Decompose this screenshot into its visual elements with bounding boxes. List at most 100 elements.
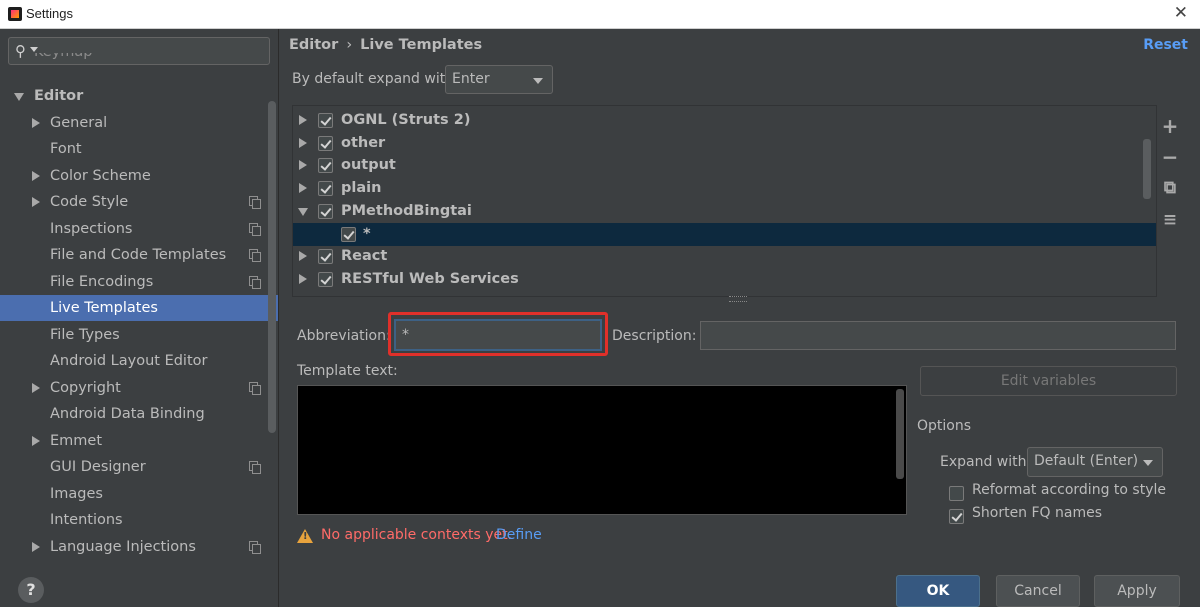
template-group[interactable]: output [293, 154, 1156, 177]
sidebar-item-language-injections[interactable]: Language Injections [0, 534, 278, 560]
sidebar-item-android-layout-editor[interactable]: Android Layout Editor [0, 348, 278, 374]
template-group[interactable]: other [293, 132, 1156, 155]
remove-icon[interactable]: − [1159, 146, 1181, 168]
splitter-handle[interactable] [729, 296, 747, 302]
template-name: output [341, 157, 396, 174]
sidebar-item-keymap[interactable]: Keymap [0, 53, 278, 67]
project-scope-icon [249, 222, 261, 236]
sidebar-item-intentions[interactable]: Intentions [0, 507, 278, 533]
breadcrumb-separator: › [346, 37, 353, 53]
sidebar-item-code-style[interactable]: Code Style [0, 189, 278, 215]
default-expand-select[interactable]: Enter [445, 65, 553, 94]
template-checkbox[interactable] [318, 271, 333, 287]
abbreviation-input[interactable]: * [394, 319, 602, 351]
chevron-right-icon[interactable] [32, 541, 40, 552]
expand-with-select[interactable]: Default (Enter) [1027, 447, 1163, 477]
options-title: Options [917, 418, 972, 434]
chevron-down-icon[interactable] [298, 207, 308, 216]
breadcrumb-parent[interactable]: Editor [289, 37, 338, 53]
chevron-right-icon[interactable] [299, 251, 307, 262]
window-titlebar: Settings ✕ [0, 0, 1200, 29]
chevron-down-icon[interactable] [14, 93, 24, 101]
sidebar-item-copyright[interactable]: Copyright [0, 375, 278, 401]
sidebar-item-live-templates[interactable]: Live Templates [0, 295, 278, 321]
default-expand-value: Enter [452, 71, 490, 87]
reformat-checkbox[interactable] [949, 486, 964, 501]
description-input[interactable] [700, 321, 1176, 350]
template-checkbox[interactable] [318, 158, 333, 174]
templates-scrollbar[interactable] [1143, 139, 1151, 199]
editor-scrollbar[interactable] [896, 389, 904, 479]
help-button[interactable]: ? [18, 577, 44, 603]
chevron-right-icon[interactable] [32, 170, 40, 181]
description-label: Description: [612, 328, 697, 344]
template-group[interactable]: RESTful Web Services [293, 268, 1156, 291]
template-group[interactable]: React [293, 245, 1156, 268]
close-icon[interactable]: ✕ [1174, 3, 1188, 23]
template-name: RESTful Web Services [341, 270, 519, 287]
template-group[interactable]: OGNL (Struts 2) [293, 109, 1156, 132]
reset-link[interactable]: Reset [1143, 37, 1188, 53]
sidebar-item-label: Intentions [50, 512, 123, 528]
sidebar-item-label: File Types [50, 326, 120, 343]
main-panel: Editor › Live Templates Reset By default e… [279, 29, 1200, 607]
shorten-fq-checkbox[interactable] [949, 509, 964, 524]
chevron-down-icon [1143, 460, 1153, 466]
sidebar-item-editor[interactable]: Editor [0, 83, 278, 109]
chevron-right-icon[interactable] [32, 382, 40, 393]
template-checkbox[interactable] [318, 135, 333, 151]
template-item[interactable]: * [293, 222, 1156, 246]
sidebar-item-label: Images [50, 485, 103, 502]
chevron-right-icon[interactable] [32, 435, 40, 446]
template-text-editor[interactable] [297, 385, 907, 515]
sidebar-item-file-types[interactable]: File Types [0, 322, 278, 348]
define-link[interactable]: Define [496, 527, 542, 543]
sidebar-item-file-and-code-templates[interactable]: File and Code Templates [0, 242, 278, 268]
sidebar-item-android-data-binding[interactable]: Android Data Binding [0, 401, 278, 427]
template-checkbox[interactable] [318, 249, 333, 265]
shorten-fq-label: Shorten FQ names [972, 505, 1103, 521]
breadcrumb-current: Live Templates [360, 37, 483, 53]
chevron-right-icon[interactable] [299, 137, 307, 148]
template-group[interactable]: plain [293, 177, 1156, 200]
abbreviation-label: Abbreviation: [297, 328, 391, 344]
sidebar-item-label: Copyright [50, 379, 121, 396]
copy-icon[interactable]: ⧉ [1159, 177, 1181, 199]
cancel-button[interactable]: Cancel [996, 575, 1080, 607]
chevron-right-icon[interactable] [299, 160, 307, 171]
template-group[interactable]: PMethodBingtai [293, 200, 1156, 223]
chevron-right-icon[interactable] [32, 117, 40, 128]
add-icon[interactable]: + [1159, 115, 1181, 137]
chevron-down-icon [533, 78, 543, 84]
chevron-right-icon[interactable] [32, 197, 40, 207]
sidebar-scrollbar[interactable] [268, 101, 276, 433]
sidebar-item-general[interactable]: General [0, 110, 278, 136]
ok-button[interactable]: OK [896, 575, 980, 607]
sidebar-item-file-encodings[interactable]: File Encodings [0, 269, 278, 295]
sidebar-item-label: File Encodings [50, 273, 154, 290]
apply-button[interactable]: Apply [1094, 575, 1180, 607]
sidebar-item-label: GUI Designer [50, 459, 146, 475]
sidebar-item-inspections[interactable]: Inspections [0, 216, 278, 242]
template-checkbox[interactable] [341, 226, 356, 242]
sidebar-item-label: Color Scheme [50, 167, 151, 184]
chevron-right-icon[interactable] [299, 183, 307, 194]
sidebar-item-images[interactable]: Images [0, 481, 278, 507]
chevron-right-icon[interactable] [299, 115, 307, 125]
sidebar-item-emmet[interactable]: Emmet [0, 428, 278, 454]
options-panel: Options Expand with Default (Enter) Refo… [917, 418, 1187, 554]
breadcrumb: Editor › Live Templates [289, 37, 482, 53]
project-scope-icon [249, 540, 261, 554]
sidebar-item-color-scheme[interactable]: Color Scheme [0, 163, 278, 189]
edit-icon[interactable]: ≡ [1159, 209, 1181, 231]
template-checkbox[interactable] [318, 203, 333, 219]
sidebar-item-gui-designer[interactable]: GUI Designer [0, 454, 278, 480]
sidebar-item-label: Keymap [34, 53, 93, 65]
template-checkbox[interactable] [318, 113, 333, 128]
template-checkbox[interactable] [318, 181, 333, 197]
edit-variables-button[interactable]: Edit variables [920, 366, 1177, 396]
settings-sidebar: ⚲ KeymapEditorGeneralFontColor SchemeCod… [0, 29, 279, 607]
project-scope-icon [249, 249, 261, 262]
chevron-right-icon[interactable] [299, 273, 307, 284]
sidebar-item-font[interactable]: Font [0, 136, 278, 162]
